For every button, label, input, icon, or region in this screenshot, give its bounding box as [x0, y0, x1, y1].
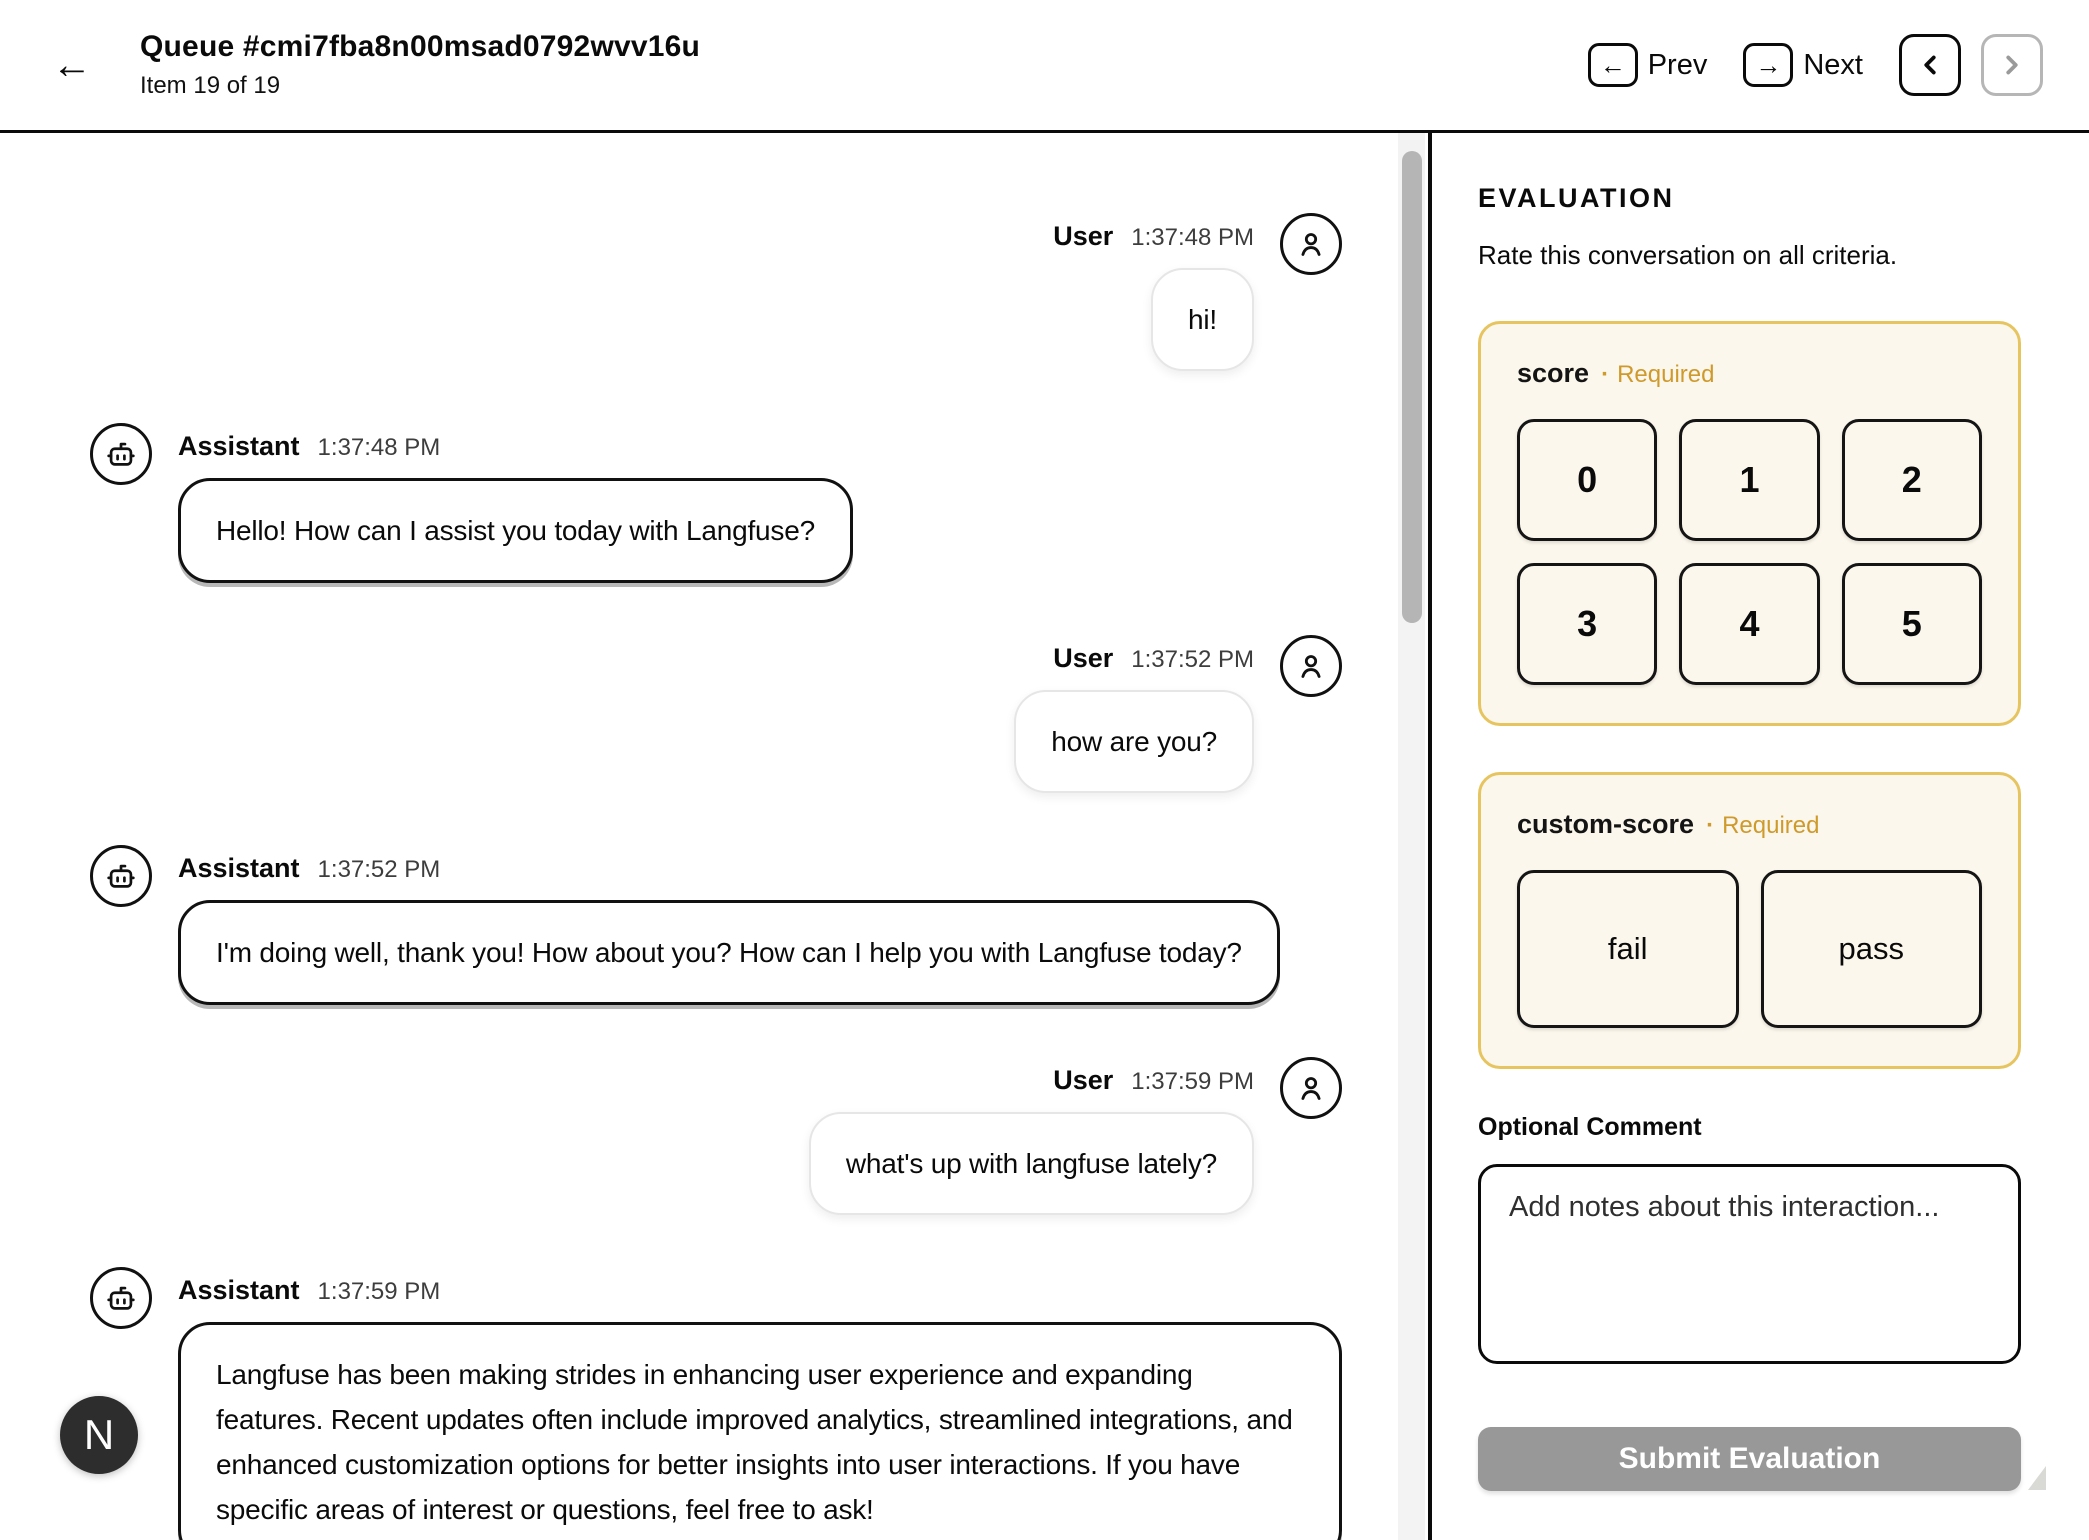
- comment-label: Optional Comment: [1478, 1113, 2021, 1142]
- required-badge: ·Required: [1706, 812, 1819, 840]
- user-avatar-icon: [1280, 213, 1342, 275]
- message-bubble: Langfuse has been making strides in enha…: [178, 1322, 1342, 1540]
- evaluation-panel: EVALUATION Rate this conversation on all…: [1432, 133, 2089, 1540]
- message-role: User: [1053, 221, 1113, 252]
- bot-avatar-icon: [90, 845, 152, 907]
- message-bubble: what's up with langfuse lately?: [809, 1112, 1254, 1215]
- criterion-options: 012 345: [1517, 419, 1982, 685]
- message-body: Assistant 1:37:52 PM I'm doing well, tha…: [178, 845, 1280, 1005]
- message-header: User 1:37:59 PM: [1053, 1065, 1254, 1096]
- header: ← Queue #cmi7fba8n00msad0792wvv16u Item …: [0, 0, 2089, 133]
- message-header: Assistant 1:37:48 PM: [178, 431, 440, 462]
- comment-input[interactable]: [1478, 1164, 2021, 1364]
- option-pass-button[interactable]: pass: [1761, 870, 1983, 1028]
- criterion-card: score ·Required 012 345: [1478, 321, 2021, 726]
- message-bubble: how are you?: [1014, 690, 1254, 793]
- message-role: Assistant: [178, 853, 300, 884]
- submit-evaluation-button[interactable]: Submit Evaluation: [1478, 1427, 2021, 1491]
- criterion-card: custom-score ·Required failpass: [1478, 772, 2021, 1069]
- required-badge: ·Required: [1601, 361, 1714, 389]
- criterion-name: score: [1517, 358, 1589, 389]
- message-header: Assistant 1:37:59 PM: [178, 1275, 440, 1306]
- message: Assistant 1:37:48 PM Hello! How can I as…: [90, 423, 1342, 583]
- option-2-button[interactable]: 2: [1842, 419, 1982, 541]
- message-header: User 1:37:48 PM: [1053, 221, 1254, 252]
- option-3-button[interactable]: 3: [1517, 563, 1657, 685]
- message-timestamp: 1:37:59 PM: [1131, 1068, 1254, 1096]
- queue-title-block: Queue #cmi7fba8n00msad0792wvv16u Item 19…: [140, 30, 700, 100]
- criteria-container: score ·Required 012 345 custom-score ·Req…: [1478, 321, 2021, 1069]
- option-4-button[interactable]: 4: [1679, 563, 1819, 685]
- option-0-button[interactable]: 0: [1517, 419, 1657, 541]
- item-counter: Item 19 of 19: [140, 72, 700, 100]
- user-avatar-icon: [1280, 1057, 1342, 1119]
- required-bullet: ·: [1601, 361, 1609, 388]
- message-role: Assistant: [178, 431, 300, 462]
- message-body: Assistant 1:37:48 PM Hello! How can I as…: [178, 423, 853, 583]
- message-body: User 1:37:48 PM hi!: [1053, 213, 1254, 371]
- next-group: → Next: [1743, 43, 1863, 87]
- prev-group: ← Prev: [1588, 43, 1708, 87]
- next-button[interactable]: →: [1743, 43, 1793, 87]
- message-timestamp: 1:37:48 PM: [1131, 224, 1254, 252]
- page-next-button[interactable]: [1981, 34, 2043, 96]
- message-header: User 1:37:52 PM: [1053, 643, 1254, 674]
- resize-grip-icon: [2028, 1466, 2046, 1490]
- prev-label: Prev: [1648, 49, 1708, 82]
- message-header: Assistant 1:37:52 PM: [178, 853, 440, 884]
- message-timestamp: 1:37:52 PM: [1131, 646, 1254, 674]
- criterion-header: score ·Required: [1517, 358, 1982, 389]
- chevron-right-icon: [1997, 50, 2027, 80]
- bot-avatar-icon: [90, 423, 152, 485]
- criterion-header: custom-score ·Required: [1517, 809, 1982, 840]
- nextjs-dev-badge[interactable]: N: [60, 1396, 138, 1474]
- bot-avatar-icon: [90, 1267, 152, 1329]
- message-body: Assistant 1:37:59 PM Langfuse has been m…: [178, 1267, 1342, 1540]
- message-timestamp: 1:37:52 PM: [318, 856, 441, 884]
- message-bubble: hi!: [1151, 268, 1254, 371]
- message-timestamp: 1:37:48 PM: [318, 434, 441, 462]
- next-label: Next: [1803, 49, 1863, 82]
- message: User 1:37:52 PM how are you?: [90, 635, 1342, 793]
- chat-scrollbar-thumb[interactable]: [1402, 151, 1422, 623]
- page-title: Queue #cmi7fba8n00msad0792wvv16u: [140, 30, 700, 64]
- message-body: User 1:37:52 PM how are you?: [1014, 635, 1254, 793]
- message-role: Assistant: [178, 1275, 300, 1306]
- prev-button[interactable]: ←: [1588, 43, 1638, 87]
- message-bubble: I'm doing well, thank you! How about you…: [178, 900, 1280, 1005]
- chevron-left-icon: [1915, 50, 1945, 80]
- chat-scrollbar-track[interactable]: [1398, 133, 1425, 1540]
- user-avatar-icon: [1280, 635, 1342, 697]
- page-prev-button[interactable]: [1899, 34, 1961, 96]
- criterion-name: custom-score: [1517, 809, 1694, 840]
- message-body: User 1:37:59 PM what's up with langfuse …: [809, 1057, 1254, 1215]
- chat-messages: User 1:37:48 PM hi! Assistant 1:37:48 PM: [90, 213, 1342, 1540]
- message: User 1:37:59 PM what's up with langfuse …: [90, 1057, 1342, 1215]
- option-fail-button[interactable]: fail: [1517, 870, 1739, 1028]
- message-role: User: [1053, 1065, 1113, 1096]
- option-5-button[interactable]: 5: [1842, 563, 1982, 685]
- option-1-button[interactable]: 1: [1679, 419, 1819, 541]
- evaluation-heading: EVALUATION: [1478, 183, 2021, 214]
- message: User 1:37:48 PM hi!: [90, 213, 1342, 371]
- required-bullet: ·: [1706, 812, 1714, 839]
- message-role: User: [1053, 643, 1113, 674]
- criterion-options: failpass: [1517, 870, 1982, 1028]
- message: Assistant 1:37:59 PM Langfuse has been m…: [90, 1267, 1342, 1540]
- message: Assistant 1:37:52 PM I'm doing well, tha…: [90, 845, 1342, 1005]
- header-nav: ← Prev → Next: [1588, 34, 2043, 96]
- back-button[interactable]: ←: [52, 45, 92, 85]
- conversation-panel[interactable]: User 1:37:48 PM hi! Assistant 1:37:48 PM: [0, 133, 1398, 1540]
- evaluation-subheading: Rate this conversation on all criteria.: [1478, 240, 2021, 271]
- message-bubble: Hello! How can I assist you today with L…: [178, 478, 853, 583]
- message-timestamp: 1:37:59 PM: [318, 1278, 441, 1306]
